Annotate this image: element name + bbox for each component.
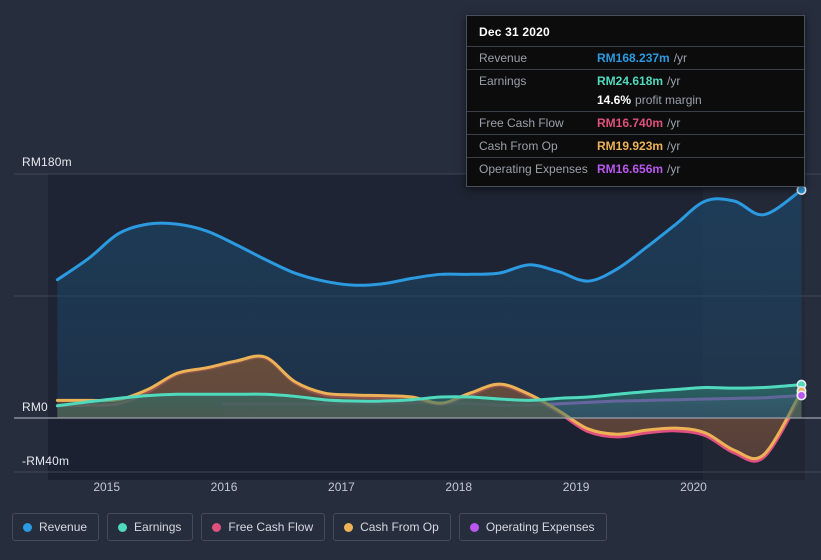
- tooltip-row-unit: /yr: [667, 162, 681, 176]
- legend-color-dot-icon: [212, 522, 222, 532]
- tooltip-row-unit: /yr: [667, 116, 681, 130]
- tooltip-rows: Revenue RM168.237m/yr Earnings RM24.618m/yr…: [467, 46, 804, 180]
- legend-item-label: Cash From Op: [360, 520, 439, 534]
- tooltip-row-label: Earnings: [479, 74, 527, 88]
- legend-color-dot-icon: [344, 522, 354, 532]
- tooltip-row: Free Cash Flow RM16.740m/yr: [467, 111, 804, 134]
- tooltip-row-label: Cash From Op: [479, 139, 558, 153]
- legend-item-label: Revenue: [39, 520, 88, 534]
- legend-item-cash-from-op[interactable]: Cash From Op: [333, 513, 451, 541]
- tooltip-row-value: RM16.656m: [597, 162, 664, 176]
- x-axis-tick-2016: 2016: [210, 480, 238, 494]
- chart-legend[interactable]: Revenue Earnings Free Cash Flow Cash From O…: [12, 513, 607, 541]
- legend-item-label: Operating Expenses: [485, 520, 595, 534]
- x-axis-tick-2019: 2019: [562, 480, 590, 494]
- tooltip-row-label: Operating Expenses: [479, 162, 588, 176]
- legend-item-label: Earnings: [134, 520, 182, 534]
- tooltip-row-value: 14.6%: [597, 93, 632, 107]
- endpoint-marker-operating-expenses[interactable]: [796, 390, 807, 401]
- tooltip-row-value: RM19.923m: [597, 139, 664, 153]
- y-axis-label-zero: RM0: [22, 400, 48, 414]
- financial-chart-widget: RM180m RM0 -RM40m 2015 2016 2017 2018 2019 20…: [0, 0, 821, 560]
- endpoint-marker-revenue[interactable]: [796, 184, 807, 195]
- tooltip-row: Earnings RM24.618m/yr: [467, 69, 804, 92]
- tooltip-row: Operating Expenses RM16.656m/yr: [467, 157, 804, 180]
- tooltip-row: 14.6% profit margin: [467, 92, 804, 111]
- tooltip-row-value: RM16.740m: [597, 116, 664, 130]
- tooltip-row-label: Revenue: [479, 51, 528, 65]
- tooltip-row-label: Free Cash Flow: [479, 116, 564, 130]
- legend-item-free-cash-flow[interactable]: Free Cash Flow: [201, 513, 326, 541]
- legend-color-dot-icon: [469, 522, 479, 532]
- legend-color-dot-icon: [118, 522, 128, 532]
- tooltip-row-value: RM168.237m: [597, 51, 670, 65]
- y-axis-label-top: RM180m: [22, 155, 72, 169]
- tooltip-row: Revenue RM168.237m/yr: [467, 46, 804, 69]
- legend-color-dot-icon: [23, 522, 32, 532]
- x-axis-tick-2020: 2020: [680, 480, 707, 494]
- legend-item-label: Free Cash Flow: [228, 520, 314, 534]
- legend-item-earnings[interactable]: Earnings: [107, 513, 194, 541]
- x-axis-tick-2018: 2018: [445, 480, 473, 494]
- tooltip-row-unit: /yr: [667, 74, 681, 88]
- x-axis-tick-2017: 2017: [328, 480, 355, 494]
- tooltip-row: Cash From Op RM19.923m/yr: [467, 134, 804, 157]
- tooltip-row-unit: /yr: [667, 139, 681, 153]
- tooltip-row-unit: profit margin: [635, 93, 702, 107]
- legend-item-revenue[interactable]: Revenue: [12, 513, 100, 541]
- legend-item-operating-expenses[interactable]: Operating Expenses: [458, 513, 607, 541]
- tooltip-date: Dec 31 2020: [479, 25, 550, 39]
- y-axis-label-bottom: -RM40m: [22, 454, 70, 468]
- tooltip-row-value: RM24.618m: [597, 74, 664, 88]
- data-tooltip: Dec 31 2020 Revenue RM168.237m/yr Earnings…: [466, 15, 805, 187]
- tooltip-row-unit: /yr: [673, 51, 688, 65]
- x-axis-tick-2015: 2015: [93, 480, 121, 494]
